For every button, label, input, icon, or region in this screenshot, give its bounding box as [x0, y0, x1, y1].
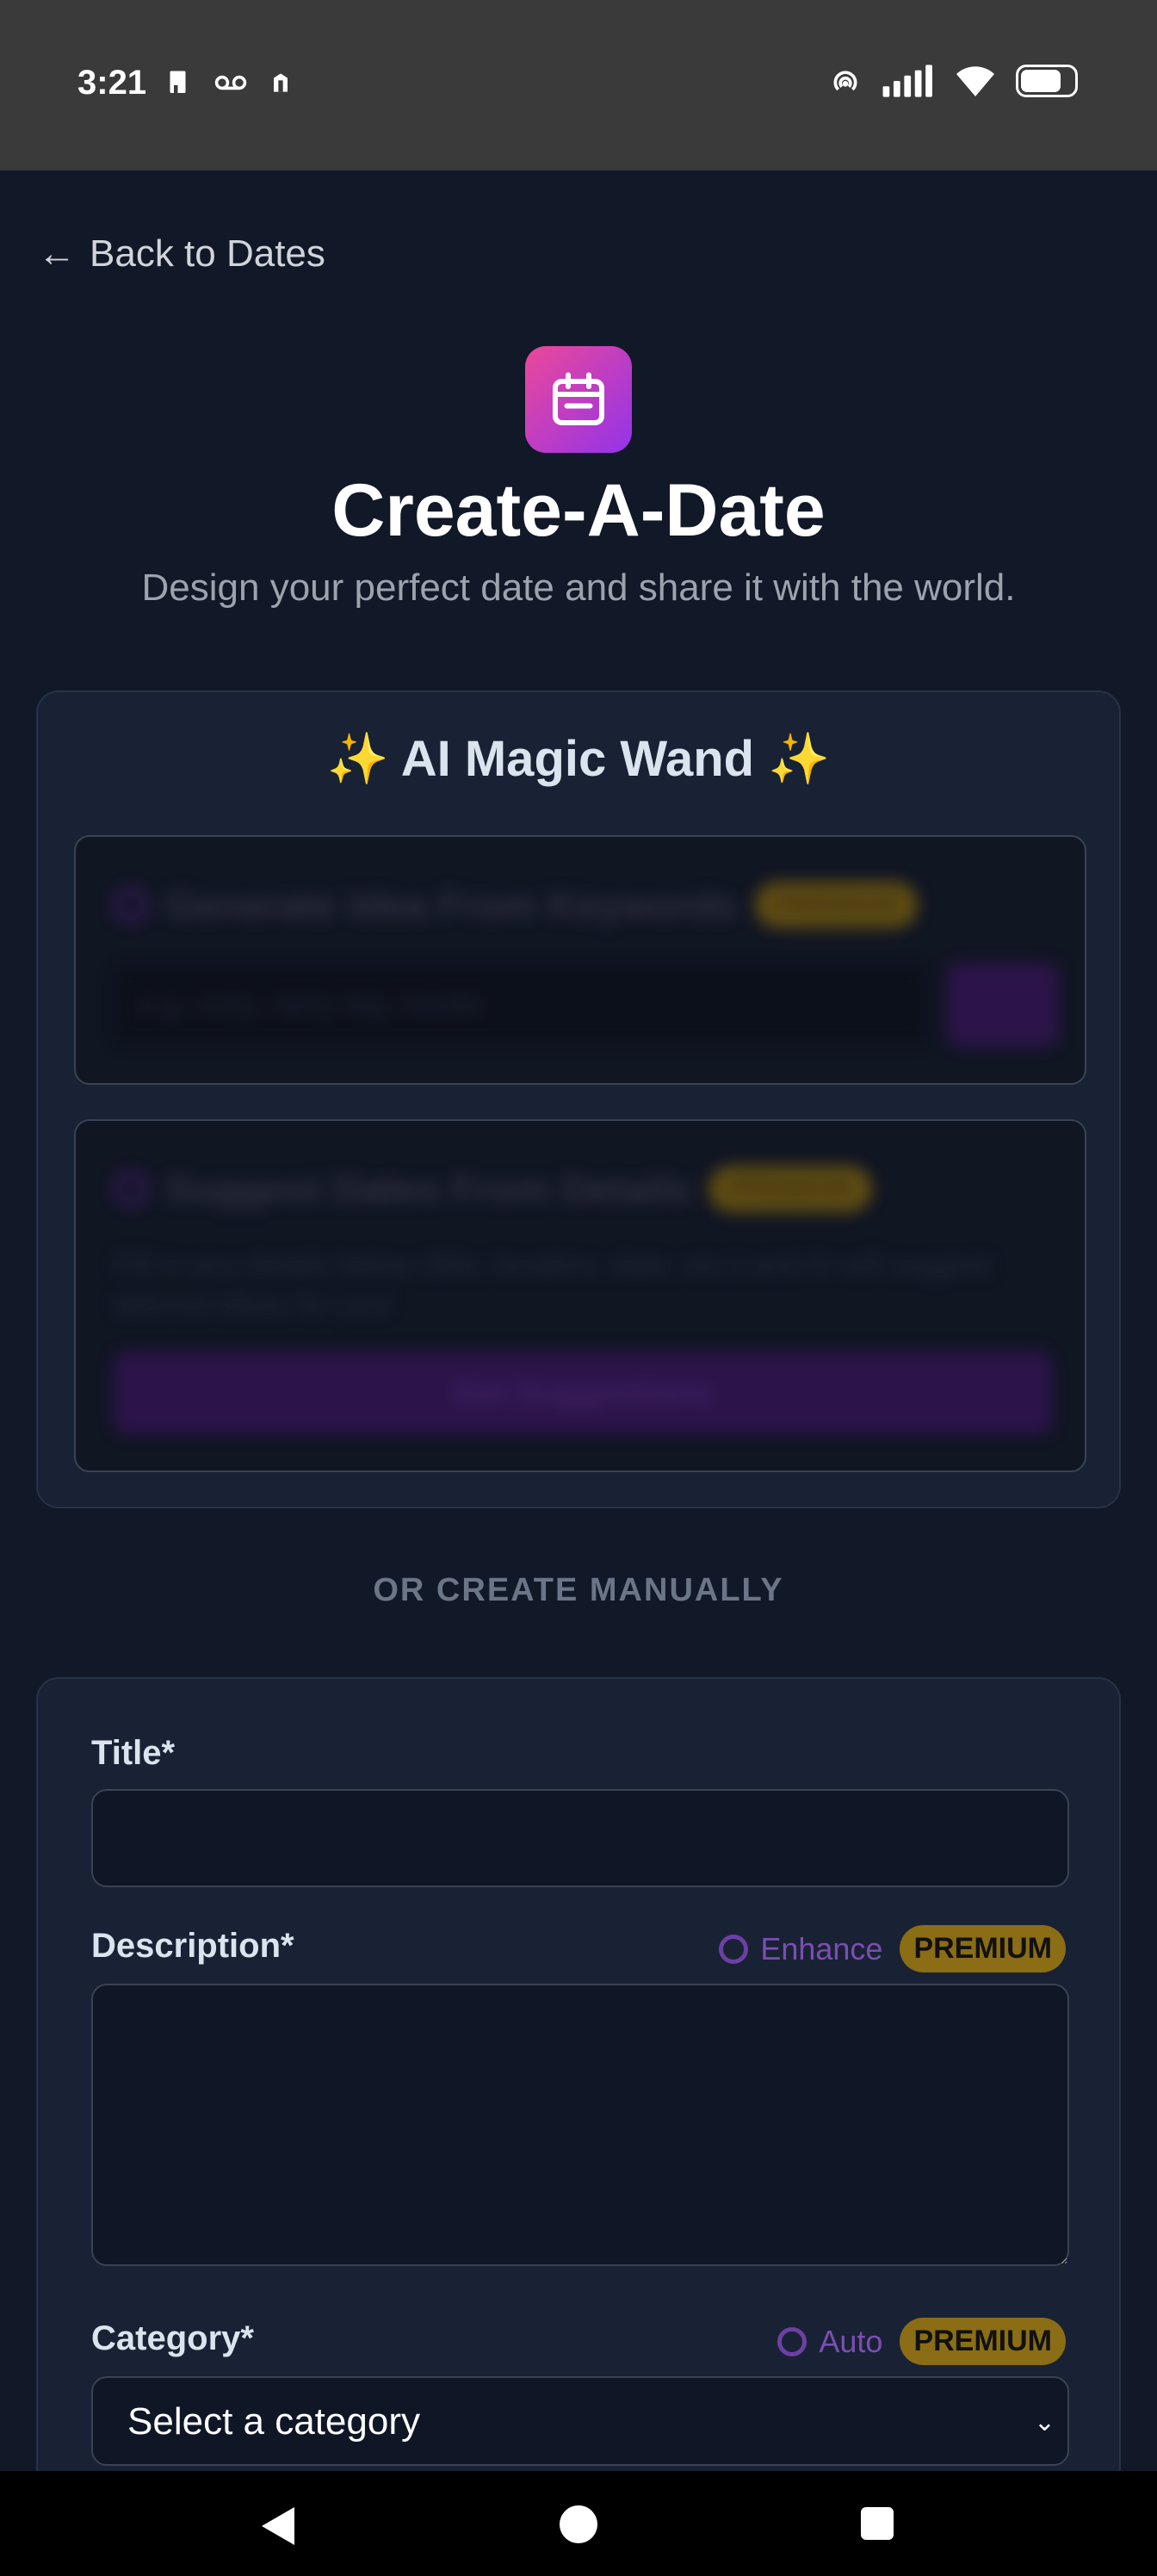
premium-badge: PREMIUM: [900, 1925, 1066, 1972]
signal-icon: [882, 65, 932, 97]
manual-divider: OR CREATE MANUALLY: [373, 1572, 784, 1608]
enhance-label: Enhance: [760, 1930, 883, 1966]
auto-category-button[interactable]: Auto: [777, 2324, 882, 2360]
calendar-icon: [525, 346, 632, 453]
keywords-go-button[interactable]: [947, 963, 1059, 1047]
ai-magic-wand-card: ✨ AI Magic Wand ✨ Generate Idea From Key…: [36, 690, 1121, 1508]
nav-back-icon[interactable]: [262, 2507, 294, 2545]
get-suggestions-button[interactable]: Get Suggestions: [114, 1352, 1052, 1434]
keywords-input[interactable]: e.g. cozy, rainy day, foodie: [114, 966, 926, 1043]
back-to-dates-link[interactable]: ← Back to Dates: [38, 232, 325, 276]
back-arrow-icon: ←: [38, 232, 76, 275]
category-select[interactable]: Select a category ⌄: [91, 2376, 1069, 2466]
title-label: Title*: [91, 1734, 176, 1772]
chevron-down-icon: ⌄: [1033, 2408, 1055, 2437]
system-icons: [828, 64, 1078, 98]
status-bar: 3:21: [0, 0, 1157, 170]
title-input[interactable]: [91, 1789, 1069, 1887]
description-label: Description*: [91, 1927, 294, 1965]
enhance-button[interactable]: Enhance: [719, 1931, 882, 1967]
page-title: Create-A-Date: [331, 469, 826, 552]
system-nav-bar: [0, 2471, 1157, 2576]
page-subtitle: Design your perfect date and share it wi…: [141, 567, 1016, 609]
battery-icon: [1016, 65, 1078, 97]
sparkle-icon: [114, 1172, 148, 1206]
manual-form-card: Title* Description* Enhance PREMIUM Cate…: [36, 1677, 1121, 2471]
details-panel: Suggest Dates From Details PREMIUM Fill …: [74, 1119, 1086, 1472]
category-tools: Auto PREMIUM: [777, 2318, 1066, 2365]
details-heading: Suggest Dates From Details: [165, 1167, 691, 1211]
notification-icons: [164, 67, 294, 98]
auto-label: Auto: [819, 2323, 883, 2359]
premium-badge: PREMIUM: [900, 2318, 1066, 2365]
wifi-icon: [956, 66, 994, 96]
sparkle-icon: [777, 2326, 807, 2356]
ai-magic-wand-title: ✨ AI Magic Wand ✨: [326, 731, 831, 787]
keywords-panel: Generate Idea From Keywords PREMIUM e.g.…: [74, 835, 1086, 1085]
details-description: Fill in any details below (title, locati…: [114, 1248, 993, 1321]
back-link-label: Back to Dates: [90, 232, 325, 275]
sparkle-icon: [114, 888, 148, 922]
premium-badge: PREMIUM: [754, 882, 919, 928]
category-label: Category*: [91, 2319, 254, 2357]
sim-card-icon: [170, 71, 186, 93]
description-tools: Enhance PREMIUM: [719, 1925, 1066, 1972]
sparkle-icon: [719, 1934, 749, 1964]
voicemail-icon: [214, 75, 247, 90]
nav-home-icon[interactable]: [560, 2505, 597, 2543]
status-time: 3:21: [77, 64, 147, 102]
create-date-page: ← Back to Dates Create-A-Date Design you…: [0, 170, 1157, 2471]
app-notification-icon: [274, 73, 288, 92]
premium-badge: PREMIUM: [708, 1166, 872, 1212]
description-textarea[interactable]: [91, 1984, 1069, 2266]
hotspot-icon: [833, 71, 857, 91]
keywords-heading: Generate Idea From Keywords: [165, 882, 738, 927]
nav-recents-icon[interactable]: [861, 2507, 894, 2540]
category-selected-value: Select a category: [127, 2400, 420, 2443]
